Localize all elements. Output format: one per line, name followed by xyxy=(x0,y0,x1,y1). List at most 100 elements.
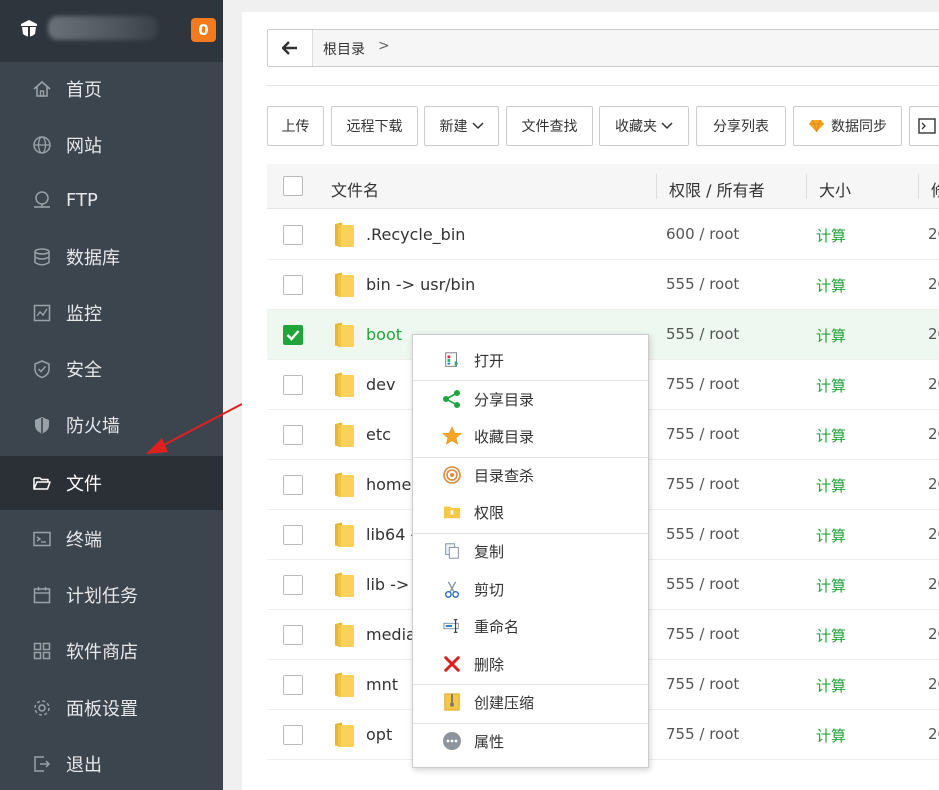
row-checkbox[interactable] xyxy=(283,275,303,295)
menu-item-label: 创建压缩 xyxy=(474,693,535,712)
breadcrumb-root[interactable]: 根目录 xyxy=(323,39,365,59)
file-permission[interactable]: 600 / root xyxy=(666,225,739,243)
file-size-calc[interactable]: 计算 xyxy=(816,575,846,596)
row-checkbox[interactable] xyxy=(283,325,303,345)
share-list-button[interactable]: 分享列表 xyxy=(696,106,786,146)
row-checkbox[interactable] xyxy=(283,425,303,445)
menu-item-permission[interactable]: 权限 xyxy=(413,494,648,530)
sidebar-item-ftp[interactable]: FTP xyxy=(0,173,223,227)
file-name[interactable]: home xyxy=(366,475,411,494)
file-permission[interactable]: 755 / root xyxy=(666,625,739,643)
table-row[interactable]: bin -> usr/bin 555 / root 计算 20 xyxy=(267,260,939,310)
file-modified: 20 xyxy=(928,475,939,493)
file-search-label: 文件查找 xyxy=(521,119,578,135)
terminal-button[interactable] xyxy=(909,106,939,146)
remote-download-button[interactable]: 远程下载 xyxy=(331,106,418,146)
menu-item-compress[interactable]: 创建压缩 xyxy=(413,684,648,720)
file-name[interactable]: lib64 - xyxy=(366,525,416,544)
table-row[interactable]: .Recycle_bin 600 / root 计算 20 xyxy=(267,210,939,260)
notification-badge[interactable]: 0 xyxy=(191,18,216,42)
sidebar-item-logout[interactable]: 退出 xyxy=(0,737,223,790)
file-modified: 20 xyxy=(928,675,939,693)
menu-item-open[interactable]: 打开 xyxy=(413,342,648,378)
row-checkbox[interactable] xyxy=(283,625,303,645)
file-size-calc[interactable]: 计算 xyxy=(816,425,846,446)
upload-button[interactable]: 上传 xyxy=(267,106,324,146)
file-search-button[interactable]: 文件查找 xyxy=(506,106,593,146)
file-modified: 20 xyxy=(928,325,939,343)
file-name[interactable]: opt xyxy=(366,725,392,744)
sidebar-item-security[interactable]: 安全 xyxy=(0,342,223,396)
favorites-dropdown-button[interactable]: 收藏夹 xyxy=(599,106,689,146)
row-checkbox[interactable] xyxy=(283,675,303,695)
file-name[interactable]: etc xyxy=(366,425,391,444)
menu-item-rename[interactable]: 重命名 xyxy=(413,608,648,644)
file-permission[interactable]: 555 / root xyxy=(666,575,739,593)
file-permission[interactable]: 755 / root xyxy=(666,725,739,743)
file-name[interactable]: media xyxy=(366,625,416,644)
row-checkbox[interactable] xyxy=(283,225,303,245)
menu-item-label: 重命名 xyxy=(474,617,520,636)
row-checkbox[interactable] xyxy=(283,575,303,595)
row-checkbox[interactable] xyxy=(283,475,303,495)
sidebar-item-database[interactable]: 数据库 xyxy=(0,230,223,284)
file-size-calc[interactable]: 计算 xyxy=(816,275,846,296)
sidebar-item-files[interactable]: 文件 xyxy=(0,456,223,510)
file-permission[interactable]: 755 / root xyxy=(666,675,739,693)
file-size-calc[interactable]: 计算 xyxy=(816,725,846,746)
sidebar-item-software-store[interactable]: 软件商店 xyxy=(0,624,223,678)
column-header-permission[interactable]: 权限 / 所有者 xyxy=(669,177,765,201)
file-modified: 20 xyxy=(928,525,939,543)
file-size-calc[interactable]: 计算 xyxy=(816,625,846,646)
sidebar-item-monitor[interactable]: 监控 xyxy=(0,286,223,340)
sidebar-item-home[interactable]: 首页 xyxy=(0,62,223,116)
back-button[interactable] xyxy=(268,30,313,66)
menu-item-scan-dir[interactable]: 目录查杀 xyxy=(413,457,648,493)
new-dropdown-button[interactable]: 新建 xyxy=(424,106,499,146)
site-name-blurred xyxy=(48,16,158,40)
column-header-size[interactable]: 大小 xyxy=(819,177,851,201)
menu-item-copy[interactable]: 复制 xyxy=(413,533,648,569)
file-name[interactable]: dev xyxy=(366,375,395,394)
chevron-down-icon xyxy=(471,122,484,130)
row-checkbox[interactable] xyxy=(283,525,303,545)
file-permission[interactable]: 555 / root xyxy=(666,525,739,543)
sidebar-item-terminal[interactable]: 终端 xyxy=(0,512,223,566)
file-permission[interactable]: 755 / root xyxy=(666,425,739,443)
logo-icon xyxy=(21,20,37,38)
file-modified: 20 xyxy=(928,725,939,743)
file-permission[interactable]: 755 / root xyxy=(666,475,739,493)
menu-item-label: 打开 xyxy=(474,351,505,370)
row-checkbox[interactable] xyxy=(283,725,303,745)
sidebar-item-cron[interactable]: 计划任务 xyxy=(0,568,223,622)
sidebar-item-website[interactable]: 网站 xyxy=(0,118,223,172)
file-size-calc[interactable]: 计算 xyxy=(816,325,846,346)
chevron-down-icon xyxy=(661,122,673,130)
sidebar-item-panel-settings[interactable]: 面板设置 xyxy=(0,681,223,735)
row-checkbox[interactable] xyxy=(283,375,303,395)
file-size-calc[interactable]: 计算 xyxy=(816,225,846,246)
menu-item-favorite-dir[interactable]: 收藏目录 xyxy=(413,418,648,454)
menu-item-cut[interactable]: 剪切 xyxy=(413,571,648,607)
file-permission[interactable]: 755 / root xyxy=(666,375,739,393)
menu-item-label: 删除 xyxy=(474,655,505,674)
file-name[interactable]: boot xyxy=(366,325,402,344)
file-size-calc[interactable]: 计算 xyxy=(816,675,846,696)
file-permission[interactable]: 555 / root xyxy=(666,325,739,343)
file-name[interactable]: mnt xyxy=(366,675,398,694)
file-size-calc[interactable]: 计算 xyxy=(816,375,846,396)
file-name[interactable]: bin -> usr/bin xyxy=(366,275,475,294)
menu-item-properties[interactable]: 属性 xyxy=(413,723,648,759)
file-permission[interactable]: 555 / root xyxy=(666,275,739,293)
file-size-calc[interactable]: 计算 xyxy=(816,475,846,496)
folder-icon xyxy=(335,422,354,447)
menu-item-share-dir[interactable]: 分享目录 xyxy=(413,381,648,417)
gear-icon xyxy=(32,698,52,718)
select-all-checkbox[interactable] xyxy=(283,176,303,196)
file-name[interactable]: .Recycle_bin xyxy=(366,225,465,244)
column-header-modified[interactable]: 修 xyxy=(931,177,939,201)
column-header-name[interactable]: 文件名 xyxy=(331,177,379,201)
file-size-calc[interactable]: 计算 xyxy=(816,525,846,546)
data-sync-button[interactable]: 数据同步 xyxy=(793,106,902,146)
menu-item-delete[interactable]: 删除 xyxy=(413,646,648,682)
